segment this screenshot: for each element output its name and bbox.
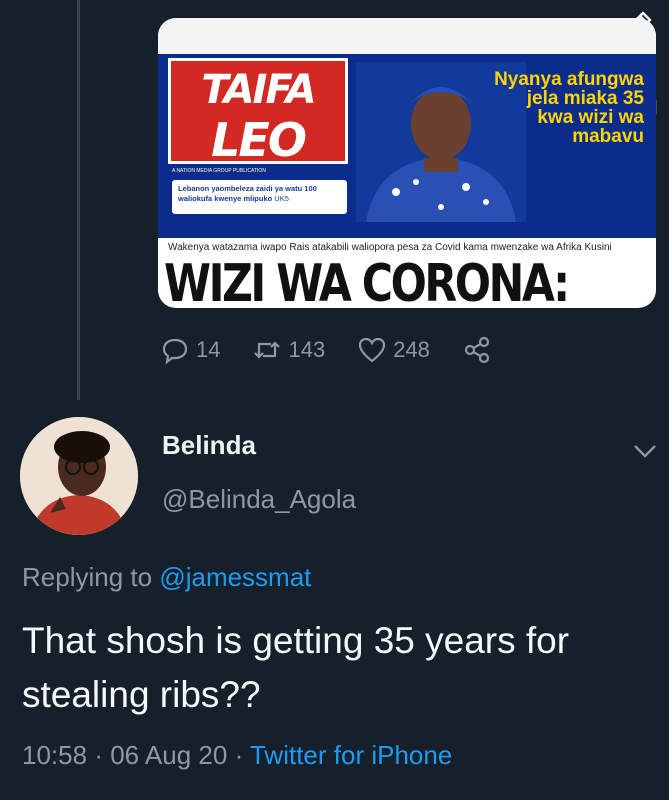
- chevron-down-icon[interactable]: [632, 442, 658, 460]
- tweet-date[interactable]: 06 Aug 20: [110, 740, 227, 770]
- logo-line1: TAIFA: [201, 67, 316, 113]
- logo-tagline: A NATION MEDIA GROUP PUBLICATION: [172, 168, 266, 174]
- meta-separator: ·: [234, 740, 250, 770]
- reply-button[interactable]: 14: [160, 335, 220, 365]
- tweet-time[interactable]: 10:58: [22, 740, 87, 770]
- retweet-count: 143: [288, 337, 326, 362]
- display-name[interactable]: Belinda: [162, 430, 256, 461]
- heart-icon: [359, 337, 386, 363]
- retweet-button[interactable]: 143: [252, 335, 325, 365]
- news-teaser-box: Lebanon yaombeleza zaidi ya watu 100 wal…: [172, 180, 347, 214]
- like-button[interactable]: 248: [357, 335, 430, 365]
- tweet-media-image[interactable]: TAIFA LEO A NATION MEDIA GROUP PUBLICATI…: [158, 18, 656, 308]
- share-button[interactable]: [462, 335, 498, 365]
- newspaper-main-headline: WIZI WA CORONA:: [164, 254, 570, 308]
- tweet-text: That shosh is getting 35 years for steal…: [22, 620, 570, 715]
- user-handle[interactable]: @Belinda_Agola: [162, 484, 356, 515]
- replying-label: Replying to: [22, 562, 153, 592]
- teaser-text: Lebanon yaombeleza zaidi ya watu 100 wal…: [178, 184, 317, 203]
- retweet-icon: [254, 341, 281, 359]
- tweet-source[interactable]: Twitter for iPhone: [250, 740, 452, 770]
- reply-count: 14: [196, 337, 221, 362]
- reply-bubble-icon: [162, 338, 188, 365]
- side-headline: Nyanya afungwa jela miaka 35 kwa wizi wa…: [494, 69, 644, 147]
- newspaper-logo: TAIFA LEO: [168, 58, 348, 167]
- thread-connector-line: [77, 0, 80, 400]
- meta-separator: ·: [94, 740, 111, 770]
- tweet-meta: 10:58 · 06 Aug 20 · Twitter for iPhone: [22, 740, 452, 771]
- avatar-photo: [20, 417, 138, 535]
- image-top-strip: [158, 18, 656, 54]
- share-icon: [464, 336, 490, 364]
- avatar[interactable]: [20, 417, 138, 535]
- tweet-action-bar: 14 143 248: [160, 332, 610, 368]
- like-count: 248: [393, 337, 430, 362]
- newspaper-dateline: [158, 226, 656, 238]
- logo-line2: LEO: [211, 113, 307, 167]
- replying-to: Replying to @jamessmat: [22, 562, 311, 593]
- replying-to-mention[interactable]: @jamessmat: [159, 562, 311, 592]
- teaser-page: UK5: [274, 194, 289, 203]
